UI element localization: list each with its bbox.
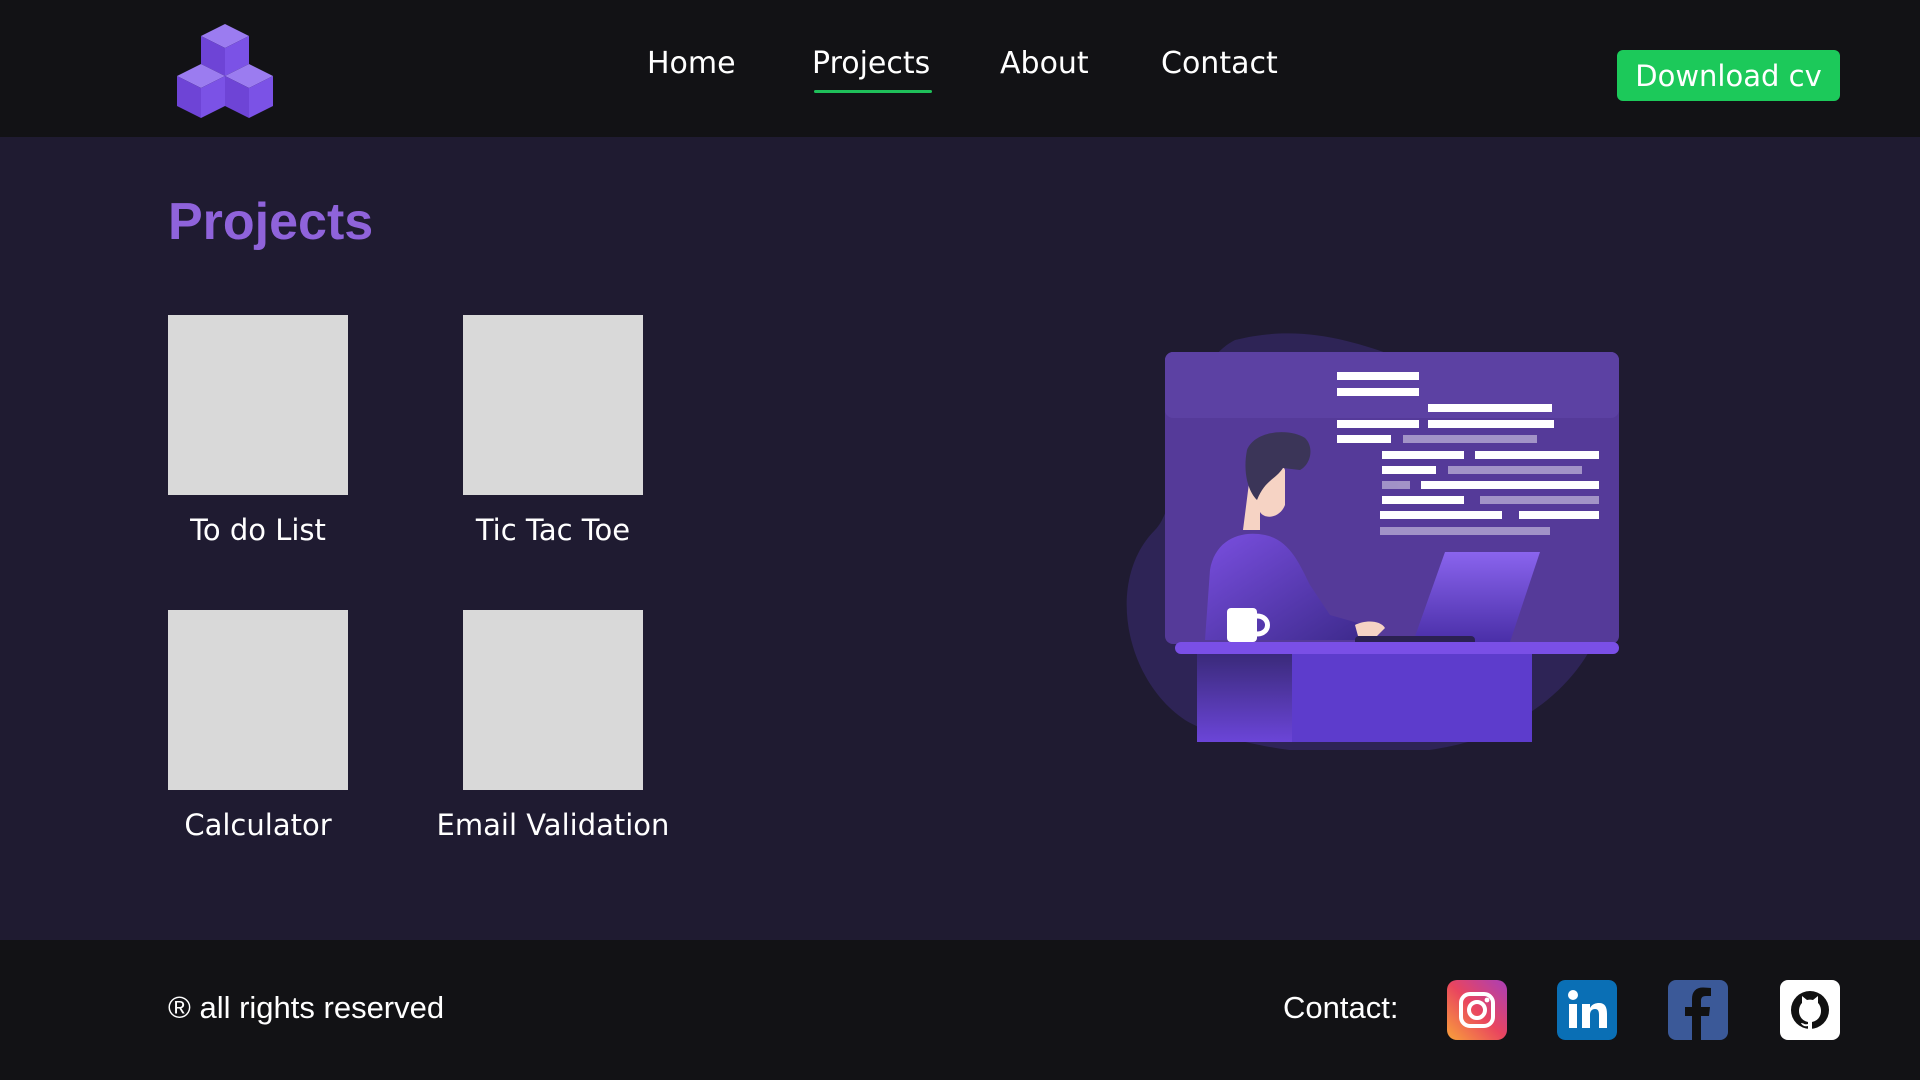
download-cv-button[interactable]: Download cv	[1617, 50, 1840, 101]
project-thumbnail[interactable]	[168, 315, 348, 495]
project-thumbnail[interactable]	[463, 315, 643, 495]
project-thumbnail[interactable]	[463, 610, 643, 790]
project-label: Tic Tac Toe	[475, 513, 631, 547]
project-card-email-validation[interactable]: Email Validation	[423, 610, 683, 850]
facebook-icon[interactable]	[1668, 980, 1728, 1040]
header: Home Projects About Contact Download cv	[0, 0, 1920, 137]
github-icon[interactable]	[1780, 980, 1840, 1040]
instagram-icon[interactable]	[1447, 980, 1507, 1040]
project-card-todo[interactable]: To do List	[128, 315, 388, 555]
project-label: To do List	[190, 513, 326, 547]
project-thumbnail[interactable]	[168, 610, 348, 790]
linkedin-icon[interactable]	[1557, 980, 1617, 1040]
nav-projects[interactable]: Projects	[812, 46, 933, 93]
project-label: Email Validation	[436, 808, 670, 842]
page-title: Projects	[168, 193, 374, 251]
nav-contact[interactable]: Contact	[1161, 46, 1278, 91]
developer-at-desk-illustration	[1115, 330, 1635, 755]
project-label: Calculator	[184, 808, 332, 842]
footer: ® all rights reserved Contact:	[0, 940, 1920, 1080]
nav-about[interactable]: About	[1000, 46, 1089, 91]
rights-text: ® all rights reserved	[168, 990, 445, 1025]
project-card-calculator[interactable]: Calculator	[128, 610, 388, 850]
project-card-tictactoe[interactable]: Tic Tac Toe	[423, 315, 683, 555]
contact-label: Contact:	[1283, 990, 1399, 1025]
nav-home[interactable]: Home	[647, 46, 736, 91]
